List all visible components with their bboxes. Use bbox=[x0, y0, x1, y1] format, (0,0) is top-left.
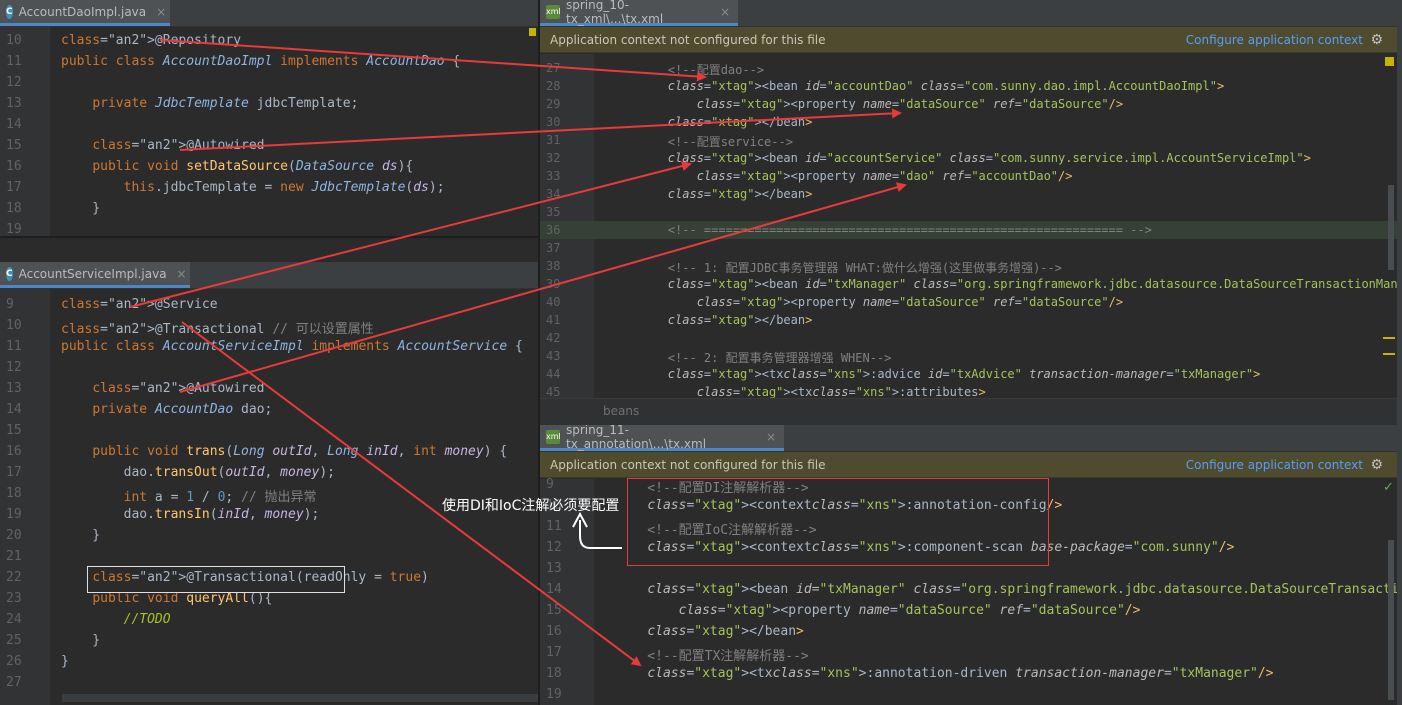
arrow-autowired-to-datasource bbox=[179, 108, 902, 151]
arrow-repository-to-accountdao bbox=[159, 39, 707, 82]
arrow-service-to-accountservice bbox=[129, 161, 692, 308]
arrow-autowired-to-accountdao-ref bbox=[179, 182, 907, 393]
annotation-arrows bbox=[129, 39, 907, 667]
arrow-transactional-to-annotation-driven bbox=[181, 321, 642, 667]
